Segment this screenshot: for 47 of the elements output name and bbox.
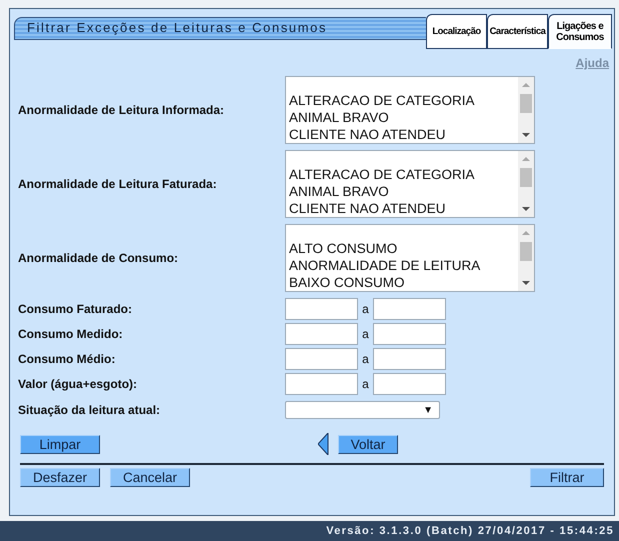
page-title: Filtrar Exceções de Leituras e Consumos <box>14 17 426 40</box>
back-arrow-icon[interactable] <box>318 433 329 455</box>
field-label: Valor (água+esgoto): <box>18 377 138 391</box>
input-field[interactable] <box>373 348 446 370</box>
input-field[interactable] <box>373 298 446 320</box>
list-option[interactable]: CLIENTE NAO ATENDEU <box>289 200 518 217</box>
list-option[interactable]: ALTO CONSUMO <box>289 240 518 257</box>
input-field[interactable] <box>285 348 358 370</box>
tab[interactable]: Localização <box>426 14 487 49</box>
tab[interactable]: Ligações e Consumos <box>548 14 612 49</box>
input-field[interactable] <box>373 323 446 345</box>
input-field[interactable] <box>285 298 358 320</box>
list-option[interactable]: ANORMALIDADE DE LEITURA <box>289 257 518 274</box>
field-label: Consumo Médio: <box>18 352 116 366</box>
input-field[interactable] <box>373 373 446 395</box>
list-option[interactable]: CLIENTE NAO ATENDEU <box>289 126 518 143</box>
footer-button[interactable]: Cancelar <box>110 468 190 487</box>
list-option[interactable]: ALTERACAO DE CATEGORIA <box>289 92 518 109</box>
list-box[interactable]: ALTERACAO DE CATEGORIA ANIMAL BRAVO CLIENTE NAO ATENDEU <box>285 76 535 144</box>
range-separator: a <box>361 327 370 341</box>
field-label: Anormalidade de Consumo: <box>18 251 180 265</box>
scrollbar[interactable] <box>518 77 534 143</box>
field-label: Situação da leitura atual: <box>18 403 162 417</box>
field-label: Anormalidade de Leitura Informada: <box>18 103 226 117</box>
tab[interactable]: Característica <box>487 14 548 49</box>
list-box[interactable]: ALTO CONSUMO ANORMALIDADE DE LEITURA BAIXO CONSUMO <box>285 224 535 292</box>
range-separator: a <box>361 377 370 391</box>
list-option[interactable]: BAIXO CONSUMO <box>289 274 518 291</box>
list-option[interactable]: ANIMAL BRAVO <box>289 183 518 200</box>
range-separator: a <box>361 352 370 366</box>
clear-button[interactable]: Limpar <box>20 434 100 454</box>
back-button[interactable]: Voltar <box>338 434 398 454</box>
range-separator: a <box>361 302 370 316</box>
filter-button[interactable]: Filtrar <box>530 468 604 487</box>
scrollbar[interactable] <box>518 151 534 217</box>
input-field[interactable] <box>285 373 358 395</box>
list-option[interactable]: ANIMAL BRAVO <box>289 109 518 126</box>
field-label: Consumo Faturado: <box>18 302 133 316</box>
footer-button[interactable]: Desfazer <box>20 468 100 487</box>
field-label: Consumo Medido: <box>18 327 124 341</box>
dropdown[interactable]: ▼ <box>285 401 440 419</box>
list-box[interactable]: ALTERACAO DE CATEGORIA ANIMAL BRAVO CLIENTE NAO ATENDEU <box>285 150 535 218</box>
list-option[interactable]: ALTERACAO DE CATEGORIA <box>289 166 518 183</box>
version-text: Versão: 3.1.3.0 (Batch) 27/04/2017 - 15:44:25 <box>326 525 615 537</box>
input-field[interactable] <box>285 323 358 345</box>
scrollbar[interactable] <box>518 225 534 291</box>
field-label: Anormalidade de Leitura Faturada: <box>18 177 218 191</box>
